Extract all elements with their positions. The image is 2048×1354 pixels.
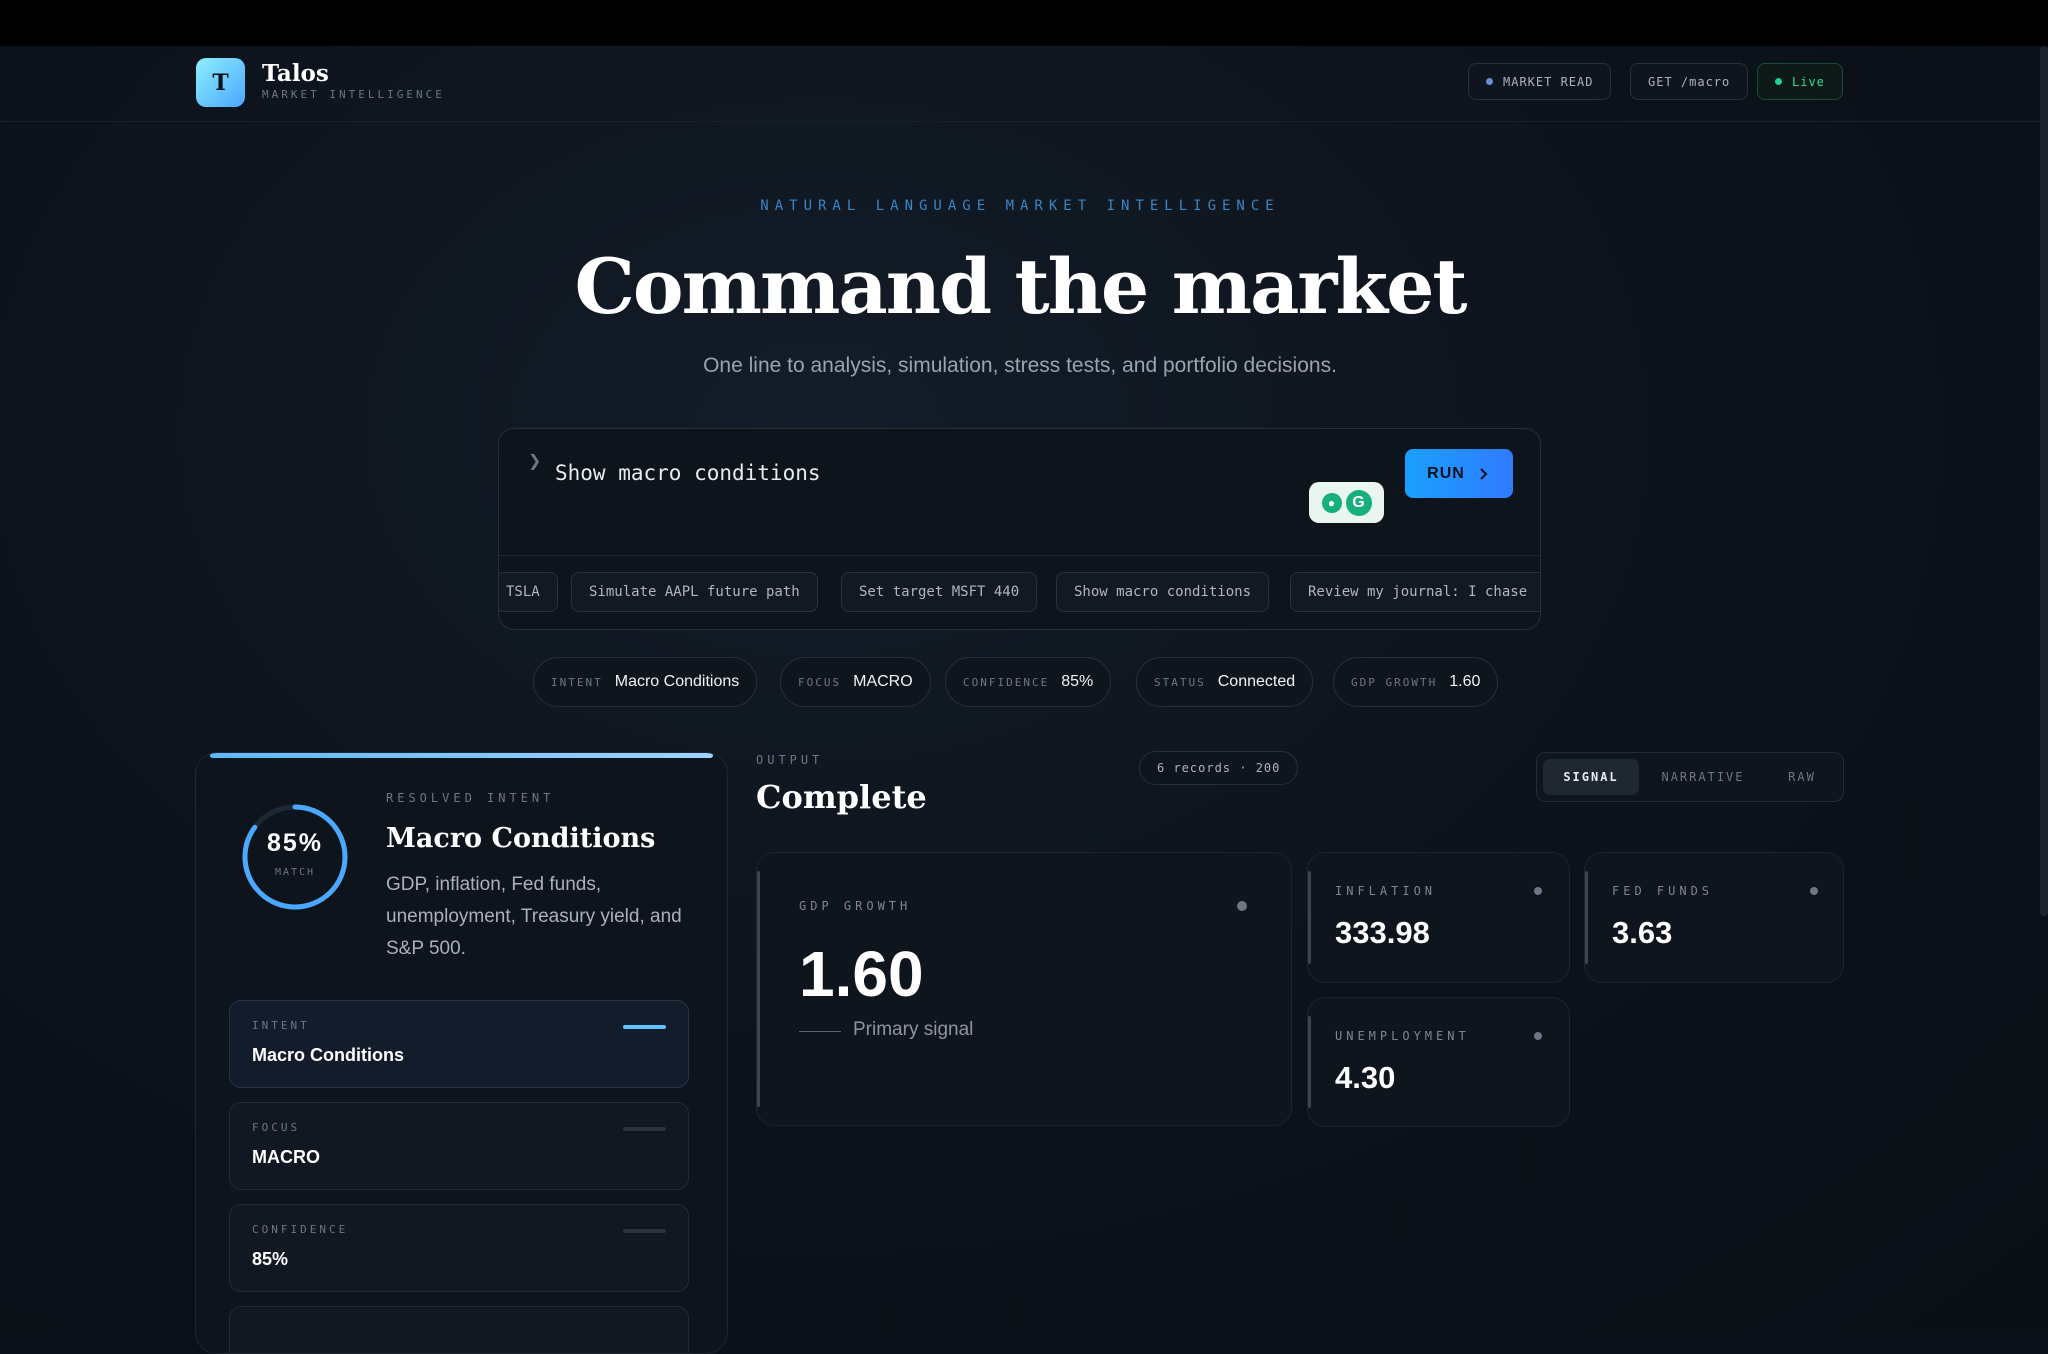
match-ring: 85% MATCH bbox=[241, 803, 349, 911]
metric-value: 3.63 bbox=[1612, 915, 1673, 950]
command-box: ❯ Show macro conditions ● G RUN TSLA Sim… bbox=[498, 428, 1541, 630]
metric-key: UNEMPLOYMENT bbox=[1335, 1029, 1470, 1043]
metric-key: GDP GROWTH bbox=[799, 899, 912, 913]
field-indicator bbox=[623, 1229, 666, 1233]
fed-funds-card[interactable]: FED FUNDS 3.63 bbox=[1584, 852, 1844, 983]
tab-narrative[interactable]: NARRATIVE bbox=[1645, 759, 1761, 795]
suggestion-chip[interactable]: Simulate AAPL future path bbox=[571, 572, 818, 612]
market-read-pill[interactable]: MARKET READ bbox=[1468, 63, 1612, 100]
pill-key: FOCUS bbox=[798, 675, 842, 689]
primary-metric-card[interactable]: GDP GROWTH 1.60 Primary signal bbox=[756, 852, 1292, 1126]
output-label: OUTPUT bbox=[756, 753, 824, 767]
window-top-bar bbox=[0, 0, 2048, 46]
confidence-pill: CONFIDENCE 85% bbox=[945, 657, 1112, 707]
suggestion-chip[interactable]: Show macro conditions bbox=[1056, 572, 1270, 612]
metric-key: INFLATION bbox=[1335, 884, 1437, 898]
metric-status-dot-icon bbox=[1534, 887, 1542, 895]
endpoint-label: GET /macro bbox=[1648, 74, 1731, 89]
live-pill[interactable]: Live bbox=[1757, 63, 1843, 100]
metric-status-dot-icon bbox=[1237, 901, 1247, 911]
scrollbar[interactable] bbox=[2040, 46, 2048, 916]
run-label: RUN bbox=[1427, 464, 1465, 482]
grammarly-widget[interactable]: ● G bbox=[1309, 482, 1384, 523]
suggestion-chips: TSLA Simulate AAPL future path Set targe… bbox=[499, 572, 1540, 614]
pill-value: 85% bbox=[1061, 673, 1094, 690]
pill-value: MACRO bbox=[853, 673, 913, 690]
metric-value: 1.60 bbox=[799, 938, 924, 1010]
field-value: Macro Conditions bbox=[252, 1045, 404, 1065]
intent-field[interactable]: INTENT Macro Conditions bbox=[229, 1000, 689, 1088]
suggestion-chip[interactable]: Set target MSFT 440 bbox=[841, 572, 1038, 612]
focus-field[interactable]: FOCUS MACRO bbox=[229, 1102, 689, 1190]
metric-status-dot-icon bbox=[1810, 887, 1818, 895]
field-indicator bbox=[623, 1025, 666, 1029]
app-header: T Talos MARKET INTELLIGENCE MARKET READ … bbox=[0, 46, 2040, 122]
unemployment-card[interactable]: UNEMPLOYMENT 4.30 bbox=[1307, 997, 1570, 1127]
resolved-intent-title: Macro Conditions bbox=[386, 823, 656, 854]
field-indicator bbox=[623, 1127, 666, 1131]
suggestion-chip[interactable]: TSLA bbox=[499, 572, 558, 612]
match-label: MATCH bbox=[274, 867, 316, 878]
brand-tagline: MARKET INTELLIGENCE bbox=[262, 88, 445, 101]
logo[interactable]: T bbox=[196, 58, 245, 107]
tab-raw[interactable]: RAW bbox=[1767, 759, 1837, 795]
pill-key: STATUS bbox=[1154, 675, 1206, 689]
resolved-intent-label: RESOLVED INTENT bbox=[386, 791, 555, 805]
chevron-right-icon bbox=[1480, 467, 1488, 480]
resolved-intent-description: GDP, inflation, Fed funds, unemployment,… bbox=[386, 874, 682, 959]
metric-status-dot-icon bbox=[1534, 1032, 1542, 1040]
pill-key: CONFIDENCE bbox=[963, 675, 1050, 689]
run-button[interactable]: RUN bbox=[1405, 449, 1513, 498]
gdp-growth-pill: GDP GROWTH 1.60 bbox=[1333, 657, 1499, 707]
endpoint-pill[interactable]: GET /macro bbox=[1630, 63, 1749, 100]
field-key: INTENT bbox=[252, 1019, 310, 1032]
records-badge: 6 records · 200 bbox=[1139, 751, 1299, 785]
pill-value: Macro Conditions bbox=[614, 673, 740, 690]
grammarly-icon: G bbox=[1345, 489, 1372, 516]
live-dot-icon bbox=[1775, 78, 1782, 85]
hero-title: Command the market bbox=[574, 242, 1467, 331]
prompt-caret-icon: ❯ bbox=[528, 453, 542, 470]
lightbulb-icon: ● bbox=[1321, 492, 1342, 513]
next-field[interactable] bbox=[229, 1306, 689, 1353]
metric-value: 333.98 bbox=[1335, 915, 1430, 950]
inflation-card[interactable]: INFLATION 333.98 bbox=[1307, 852, 1570, 983]
pill-value: Connected bbox=[1217, 673, 1296, 690]
metric-value: 4.30 bbox=[1335, 1060, 1396, 1095]
field-value: MACRO bbox=[252, 1147, 320, 1167]
live-label: Live bbox=[1792, 74, 1825, 89]
logo-letter: T bbox=[212, 69, 229, 96]
panel-accent-bar bbox=[210, 753, 713, 758]
match-percent: 85% bbox=[266, 829, 324, 857]
field-value: 85% bbox=[252, 1249, 289, 1269]
market-read-label: MARKET READ bbox=[1503, 74, 1594, 89]
suggestion-chip[interactable]: Review my journal: I chase bbox=[1290, 572, 1540, 612]
tab-signal[interactable]: SIGNAL bbox=[1543, 759, 1639, 795]
output-title: Complete bbox=[756, 778, 927, 816]
focus-pill: FOCUS MACRO bbox=[780, 657, 931, 707]
pill-key: GDP GROWTH bbox=[1351, 675, 1438, 689]
pill-key: INTENT bbox=[551, 675, 603, 689]
command-input[interactable]: Show macro conditions bbox=[555, 461, 821, 485]
metric-key: FED FUNDS bbox=[1612, 884, 1714, 898]
primary-note: Primary signal bbox=[853, 1019, 974, 1040]
status-pill: STATUS Connected bbox=[1136, 657, 1314, 707]
confidence-field[interactable]: CONFIDENCE 85% bbox=[229, 1204, 689, 1292]
status-dot-icon bbox=[1486, 78, 1493, 85]
hero-subtitle: One line to analysis, simulation, stress… bbox=[703, 354, 1337, 377]
brand-name: Talos bbox=[262, 60, 329, 87]
command-divider bbox=[499, 555, 1540, 556]
hero-eyebrow: NATURAL LANGUAGE MARKET INTELLIGENCE bbox=[760, 198, 1280, 214]
intent-pill: INTENT Macro Conditions bbox=[533, 657, 758, 707]
field-key: CONFIDENCE bbox=[252, 1223, 349, 1236]
field-key: FOCUS bbox=[252, 1121, 301, 1134]
resolved-intent-panel: 85% MATCH RESOLVED INTENT Macro Conditio… bbox=[195, 752, 728, 1354]
view-tabs: SIGNAL NARRATIVE RAW bbox=[1536, 752, 1844, 802]
primary-line bbox=[799, 1031, 841, 1032]
pill-value: 1.60 bbox=[1449, 673, 1481, 690]
